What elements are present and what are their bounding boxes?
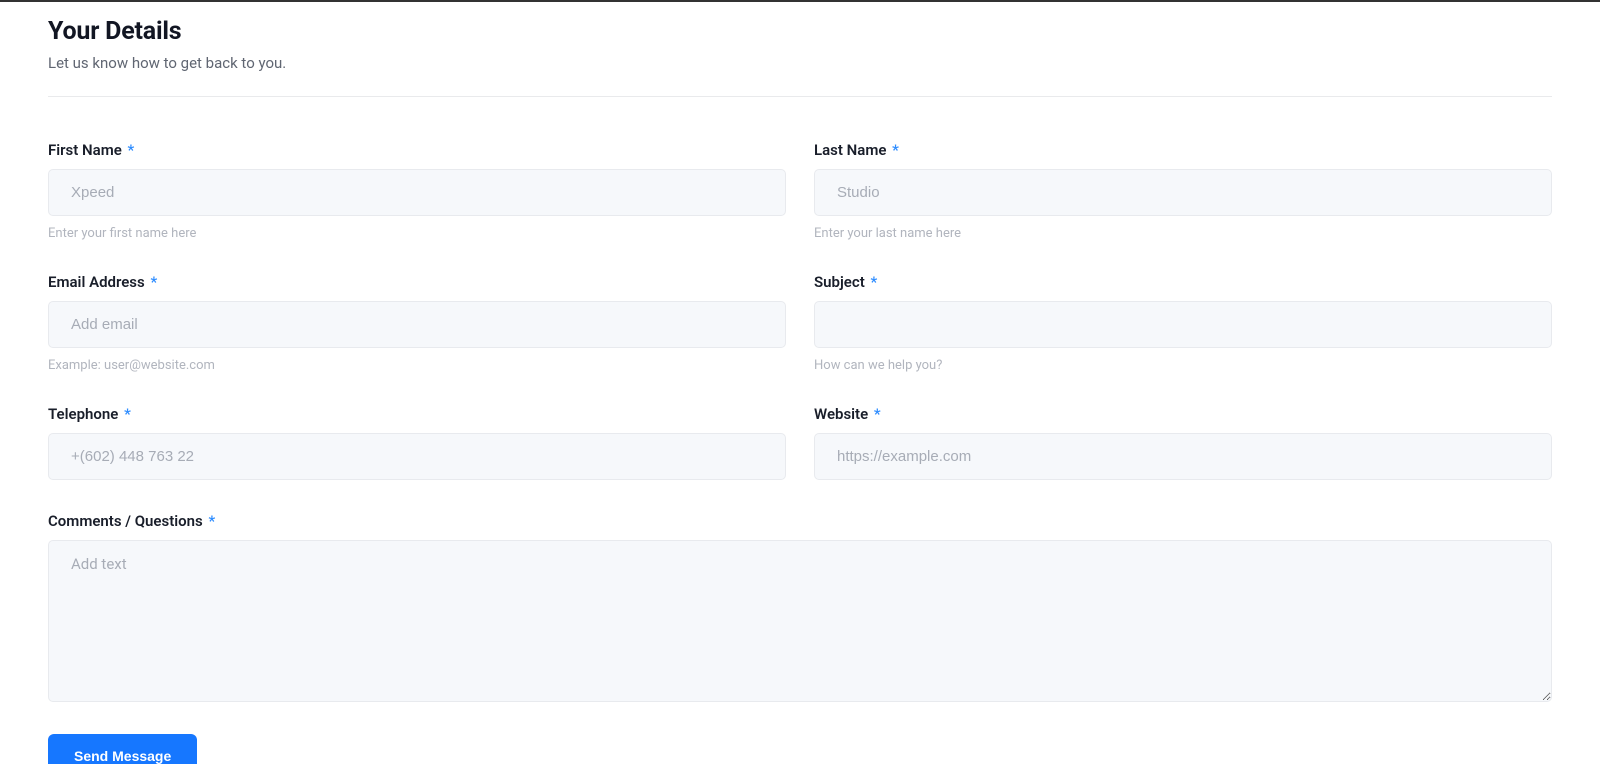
page-subtitle: Let us know how to get back to you. xyxy=(48,54,1552,72)
label-text: First Name xyxy=(48,141,122,159)
label-text: Email Address xyxy=(48,273,145,291)
website-label: Website * xyxy=(814,405,1552,423)
email-field: Email Address * Example: user@website.co… xyxy=(48,273,786,373)
label-text: Website xyxy=(814,405,868,423)
email-hint: Example: user@website.com xyxy=(48,358,786,373)
comments-field: Comments / Questions * xyxy=(48,512,1552,706)
last-name-hint: Enter your last name here xyxy=(814,226,1552,241)
first-name-hint: Enter your first name here xyxy=(48,226,786,241)
label-text: Telephone xyxy=(48,405,118,423)
label-text: Last Name xyxy=(814,141,886,159)
required-marker: * xyxy=(872,405,881,423)
page-title: Your Details xyxy=(48,17,1552,46)
comments-input[interactable] xyxy=(48,540,1552,702)
website-input[interactable] xyxy=(814,433,1552,480)
last-name-field: Last Name * Enter your last name here xyxy=(814,141,1552,241)
subject-hint: How can we help you? xyxy=(814,358,1552,373)
label-text: Comments / Questions xyxy=(48,512,203,530)
subject-field: Subject * How can we help you? xyxy=(814,273,1552,373)
telephone-input[interactable] xyxy=(48,433,786,480)
subject-input[interactable] xyxy=(814,301,1552,348)
first-name-label: First Name * xyxy=(48,141,786,159)
label-text: Subject xyxy=(814,273,865,291)
required-marker: * xyxy=(206,512,215,530)
email-label: Email Address * xyxy=(48,273,786,291)
send-message-button[interactable]: Send Message xyxy=(48,734,197,764)
first-name-field: First Name * Enter your first name here xyxy=(48,141,786,241)
first-name-input[interactable] xyxy=(48,169,786,216)
required-marker: * xyxy=(126,141,135,159)
required-marker: * xyxy=(148,273,157,291)
telephone-label: Telephone * xyxy=(48,405,786,423)
last-name-input[interactable] xyxy=(814,169,1552,216)
website-field: Website * xyxy=(814,405,1552,480)
required-marker: * xyxy=(122,405,131,423)
telephone-field: Telephone * xyxy=(48,405,786,480)
email-input[interactable] xyxy=(48,301,786,348)
last-name-label: Last Name * xyxy=(814,141,1552,159)
required-marker: * xyxy=(868,273,877,291)
required-marker: * xyxy=(890,141,899,159)
comments-label: Comments / Questions * xyxy=(48,512,1552,530)
subject-label: Subject * xyxy=(814,273,1552,291)
divider xyxy=(48,96,1552,97)
